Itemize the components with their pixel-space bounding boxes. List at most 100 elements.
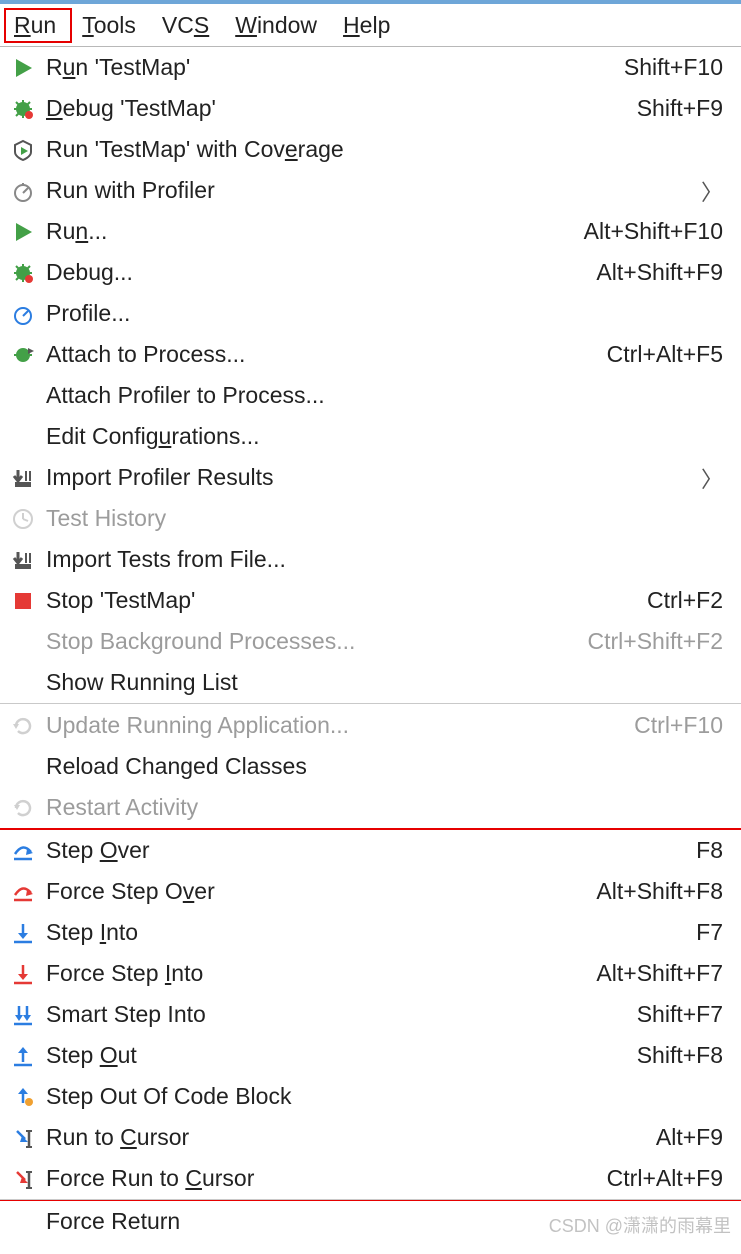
- menu-item-shortcut: Ctrl+Shift+F2: [588, 628, 724, 655]
- menu-item-label: Edit Configurations...: [46, 423, 723, 450]
- menu-item-label: Force Step Into: [46, 960, 596, 987]
- debug-icon: [0, 262, 46, 284]
- menu-item-test-history: Test History: [0, 498, 741, 539]
- menu-item-edit-configurations[interactable]: Edit Configurations...: [0, 416, 741, 457]
- restart-icon: [0, 797, 46, 819]
- refresh-icon: [0, 715, 46, 737]
- menu-item-label: Test History: [46, 505, 723, 532]
- menu-item-import-profiler-results[interactable]: Import Profiler Results〉: [0, 457, 741, 498]
- menu-item-smart-step-into[interactable]: Smart Step IntoShift+F7: [0, 994, 741, 1035]
- chevron-right-icon: 〉: [695, 462, 723, 494]
- menu-item-shortcut: Alt+Shift+F8: [596, 878, 723, 905]
- menu-item-shortcut: Shift+F10: [624, 54, 723, 81]
- force-run-cursor-icon: [0, 1168, 46, 1190]
- menu-item-shortcut: Alt+Shift+F10: [584, 218, 723, 245]
- menu-item-debug[interactable]: Debug...Alt+Shift+F9: [0, 252, 741, 293]
- menu-item-run-to-cursor[interactable]: Run to CursorAlt+F9: [0, 1117, 741, 1158]
- menu-item-label: Run 'TestMap' with Coverage: [46, 136, 723, 163]
- import-icon: [0, 467, 46, 489]
- chevron-right-icon: 〉: [695, 175, 723, 207]
- menu-item-shortcut: Shift+F9: [637, 95, 723, 122]
- menu-item-shortcut: F7: [696, 919, 723, 946]
- menu-item-label: Force Step Over: [46, 878, 596, 905]
- menu-item-label: Stop Background Processes...: [46, 628, 588, 655]
- menu-item-label: Run to Cursor: [46, 1124, 656, 1151]
- menu-item-stop-testmap[interactable]: Stop 'TestMap'Ctrl+F2: [0, 580, 741, 621]
- menu-item-force-run-to-cursor[interactable]: Force Run to CursorCtrl+Alt+F9: [0, 1158, 741, 1199]
- menu-item-run-testmap-with-coverage[interactable]: Run 'TestMap' with Coverage: [0, 129, 741, 170]
- highlighted-step-group: Step OverF8Force Step OverAlt+Shift+F8St…: [0, 828, 741, 1201]
- menu-item-shortcut: Alt+F9: [656, 1124, 723, 1151]
- menubar-item-vcs[interactable]: VCS: [152, 8, 225, 43]
- attach-icon: [0, 344, 46, 366]
- menu-item-label: Profile...: [46, 300, 723, 327]
- menu-item-step-out-of-code-block[interactable]: Step Out Of Code Block: [0, 1076, 741, 1117]
- menu-item-label: Run 'TestMap': [46, 54, 624, 81]
- menu-item-run[interactable]: Run...Alt+Shift+F10: [0, 211, 741, 252]
- clock-icon: [0, 508, 46, 530]
- menu-item-attach-to-process[interactable]: Attach to Process...Ctrl+Alt+F5: [0, 334, 741, 375]
- debug-icon: [0, 98, 46, 120]
- menu-item-label: Step Out Of Code Block: [46, 1083, 723, 1110]
- menu-item-update-running-application: Update Running Application...Ctrl+F10: [0, 705, 741, 746]
- menu-item-show-running-list[interactable]: Show Running List: [0, 662, 741, 703]
- menu-item-label: Step Into: [46, 919, 696, 946]
- menu-item-shortcut: Alt+Shift+F7: [596, 960, 723, 987]
- menu-item-label: Attach Profiler to Process...: [46, 382, 723, 409]
- menu-item-label: Step Out: [46, 1042, 637, 1069]
- menu-item-run-testmap[interactable]: Run 'TestMap'Shift+F10: [0, 47, 741, 88]
- menu-item-label: Debug 'TestMap': [46, 95, 637, 122]
- menu-item-shortcut: Ctrl+F10: [634, 712, 723, 739]
- coverage-icon: [0, 139, 46, 161]
- menu-item-shortcut: Alt+Shift+F9: [596, 259, 723, 286]
- menubar-item-run[interactable]: Run: [4, 8, 72, 43]
- menu-item-shortcut: Shift+F8: [637, 1042, 723, 1069]
- menu-item-label: Update Running Application...: [46, 712, 634, 739]
- menu-item-attach-profiler-to-process[interactable]: Attach Profiler to Process...: [0, 375, 741, 416]
- menu-item-step-into[interactable]: Step IntoF7: [0, 912, 741, 953]
- menu-item-debug-testmap[interactable]: Debug 'TestMap'Shift+F9: [0, 88, 741, 129]
- menu-item-step-over[interactable]: Step OverF8: [0, 830, 741, 871]
- run-icon: [0, 57, 46, 79]
- menu-item-label: Stop 'TestMap': [46, 587, 647, 614]
- menu-item-label: Import Tests from File...: [46, 546, 723, 573]
- menu-item-force-step-into[interactable]: Force Step IntoAlt+Shift+F7: [0, 953, 741, 994]
- watermark-text: CSDN @潇潇的雨幕里: [549, 1212, 731, 1238]
- menu-item-label: Import Profiler Results: [46, 464, 695, 491]
- step-over-icon: [0, 840, 46, 862]
- menu-item-label: Run...: [46, 218, 584, 245]
- menu-item-import-tests-from-file[interactable]: Import Tests from File...: [0, 539, 741, 580]
- menu-item-shortcut: Shift+F7: [637, 1001, 723, 1028]
- run-icon: [0, 221, 46, 243]
- run-menu-dropdown: Run 'TestMap'Shift+F10Debug 'TestMap'Shi…: [0, 46, 741, 1242]
- menu-item-shortcut: F8: [696, 837, 723, 864]
- menu-item-restart-activity: Restart Activity: [0, 787, 741, 828]
- menu-item-label: Reload Changed Classes: [46, 753, 723, 780]
- menu-item-label: Restart Activity: [46, 794, 723, 821]
- menu-item-run-with-profiler[interactable]: Run with Profiler〉: [0, 170, 741, 211]
- force-step-into-icon: [0, 963, 46, 985]
- menu-item-reload-changed-classes[interactable]: Reload Changed Classes: [0, 746, 741, 787]
- step-out-block-icon: [0, 1086, 46, 1108]
- menu-item-force-step-over[interactable]: Force Step OverAlt+Shift+F8: [0, 871, 741, 912]
- profiler-icon: [0, 180, 46, 202]
- stop-icon: [0, 590, 46, 612]
- menu-item-shortcut: Ctrl+F2: [647, 587, 723, 614]
- menu-item-shortcut: Ctrl+Alt+F9: [607, 1165, 723, 1192]
- menu-item-label: Debug...: [46, 259, 596, 286]
- menubar-item-window[interactable]: Window: [225, 8, 333, 43]
- menu-item-profile[interactable]: Profile...: [0, 293, 741, 334]
- menu-item-label: Attach to Process...: [46, 341, 607, 368]
- menu-item-label: Show Running List: [46, 669, 723, 696]
- step-out-icon: [0, 1045, 46, 1067]
- menu-item-label: Smart Step Into: [46, 1001, 637, 1028]
- menubar: RunToolsVCSWindowHelp: [0, 4, 741, 46]
- step-into-icon: [0, 922, 46, 944]
- run-to-cursor-icon: [0, 1127, 46, 1149]
- menu-item-label: Run with Profiler: [46, 177, 695, 204]
- menu-item-shortcut: Ctrl+Alt+F5: [607, 341, 723, 368]
- menubar-item-tools[interactable]: Tools: [72, 8, 152, 43]
- menu-item-label: Force Run to Cursor: [46, 1165, 607, 1192]
- menu-item-step-out[interactable]: Step OutShift+F8: [0, 1035, 741, 1076]
- menubar-item-help[interactable]: Help: [333, 8, 406, 43]
